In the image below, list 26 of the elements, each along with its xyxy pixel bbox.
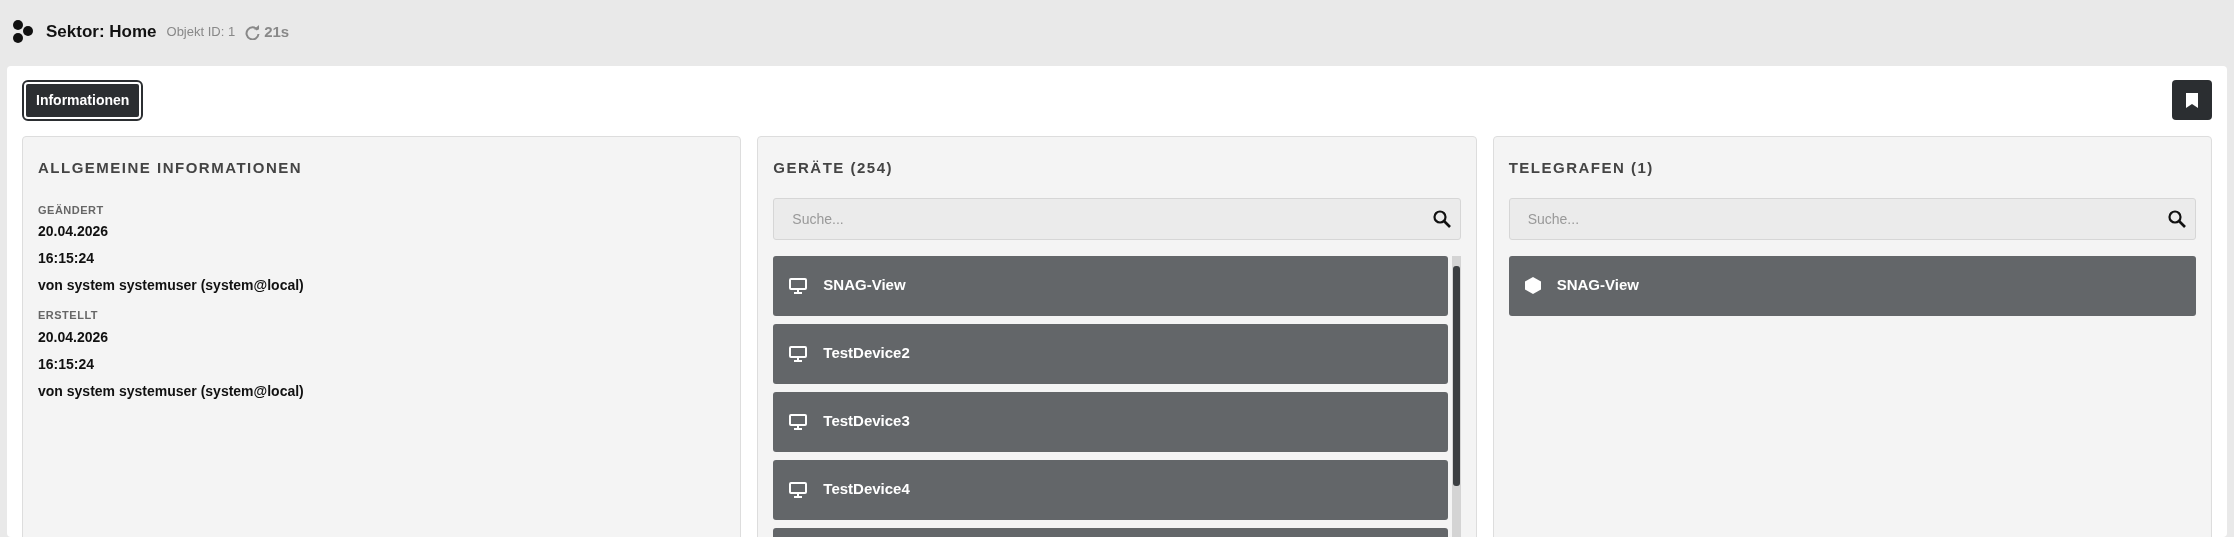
panel-title: GERÄTE (254) bbox=[773, 158, 895, 178]
list-item[interactable]: TestDevice2 bbox=[773, 323, 1448, 384]
item-name: TestDevice4 bbox=[823, 479, 910, 500]
panel-title: ALLGEMEINE INFORMATIONEN bbox=[38, 158, 304, 178]
field-value: 16:15:24 bbox=[38, 354, 96, 374]
page-title: Sektor: Home bbox=[46, 21, 157, 44]
search-field[interactable]: Suche... bbox=[1508, 197, 2196, 240]
list-item[interactable]: TestDevice3 bbox=[773, 391, 1448, 452]
field-value: 16:15:24 bbox=[38, 249, 96, 268]
field-value: 20.04.2026 bbox=[38, 222, 110, 241]
object-id: Objekt ID: 1 bbox=[166, 23, 236, 42]
list-item[interactable]: SNAG-View bbox=[773, 255, 1448, 316]
list-item[interactable]: SNAG-View bbox=[1508, 255, 2196, 316]
item-name: SNAG-View bbox=[823, 275, 906, 296]
field-value: 20.04.2026 bbox=[38, 327, 110, 347]
field-value: von system systemuser (system@local) bbox=[38, 381, 305, 401]
field-value: von system systemuser (system@local) bbox=[38, 276, 305, 295]
field-label: ERSTELLT bbox=[38, 308, 99, 323]
panel-title: TELEGRAFEN (1) bbox=[1508, 158, 1655, 178]
search-field[interactable]: Suche... bbox=[773, 197, 1461, 240]
list-item[interactable]: TestDevice4 bbox=[773, 459, 1448, 520]
field-label: GEÄNDERT bbox=[38, 202, 105, 218]
refresh-countdown: 21s bbox=[264, 21, 290, 42]
item-name: TestDevice2 bbox=[823, 343, 910, 364]
item-name: TestDevice3 bbox=[823, 411, 910, 432]
item-name: SNAG-View bbox=[1556, 275, 1639, 296]
